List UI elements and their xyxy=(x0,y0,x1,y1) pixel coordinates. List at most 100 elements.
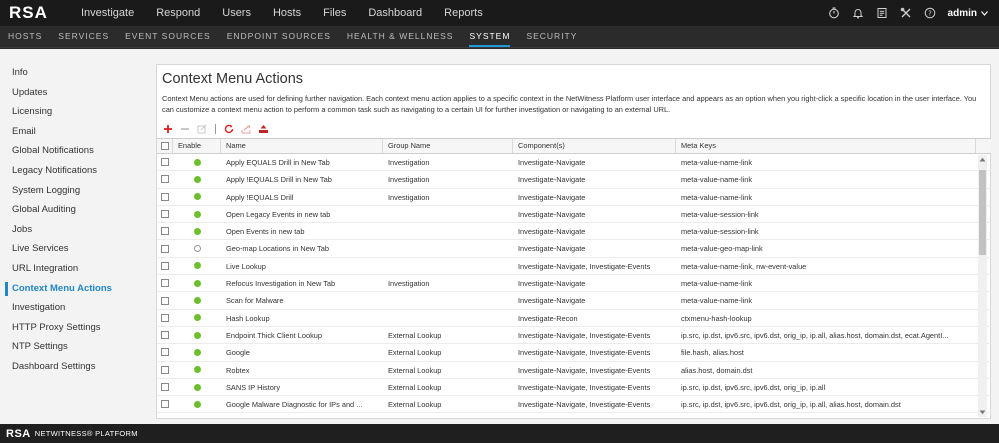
cell-name: Apply !EQUALS Drill xyxy=(226,192,294,202)
tools-icon[interactable] xyxy=(894,0,918,26)
table-scrollbar[interactable] xyxy=(978,155,987,417)
row-checkbox[interactable] xyxy=(157,379,173,395)
scroll-down-icon[interactable] xyxy=(978,408,987,417)
sidebar-item-licensing[interactable]: Licensing xyxy=(0,102,148,122)
nav-dashboard[interactable]: Dashboard xyxy=(357,0,433,26)
header-meta-keys[interactable]: Meta Keys xyxy=(676,139,976,153)
scroll-up-icon[interactable] xyxy=(978,155,987,164)
sidebar-item-global-auditing[interactable]: Global Auditing xyxy=(0,200,148,220)
subnav-security[interactable]: SECURITY xyxy=(518,26,585,47)
sidebar-item-ntp-settings[interactable]: NTP Settings xyxy=(0,337,148,357)
header-group-name[interactable]: Group Name xyxy=(383,139,513,153)
nav-respond[interactable]: Respond xyxy=(145,0,211,26)
top-bar: RSA Investigate Respond Users Hosts File… xyxy=(0,0,999,26)
cell-meta-keys: meta-value-name-link xyxy=(681,158,753,167)
cell-group xyxy=(383,292,513,308)
sidebar-item-legacy-notifications[interactable]: Legacy Notifications xyxy=(0,161,148,181)
row-checkbox[interactable] xyxy=(157,258,173,274)
sidebar-item-http-proxy-settings[interactable]: HTTP Proxy Settings xyxy=(0,318,148,338)
table-row[interactable]: SANS IP History External Lookup Investig… xyxy=(157,379,991,397)
clipboard-icon[interactable] xyxy=(870,0,894,26)
chevron-down-icon[interactable] xyxy=(979,0,989,26)
grid-toolbar xyxy=(157,120,990,137)
header-enable[interactable]: Enable xyxy=(173,139,221,153)
row-checkbox[interactable] xyxy=(157,275,173,291)
nav-files[interactable]: Files xyxy=(312,0,357,26)
nav-investigate[interactable]: Investigate xyxy=(70,0,145,26)
table-row[interactable]: Hash Lookup Investigate-Recon ctxmenu-ha… xyxy=(157,310,991,327)
cell-components: Investigate-Navigate xyxy=(518,279,586,289)
subnav-health-wellness[interactable]: HEALTH & WELLNESS xyxy=(339,26,462,47)
header-name[interactable]: Name xyxy=(221,139,383,153)
table-row[interactable]: Scan for Malware Investigate-Navigate me… xyxy=(157,292,991,310)
row-checkbox[interactable] xyxy=(157,206,173,222)
enabled-status-icon xyxy=(173,362,221,378)
row-checkbox[interactable] xyxy=(157,154,173,170)
table-row[interactable]: Google Malware Diagnostic for IPs and ..… xyxy=(157,396,991,414)
nav-hosts[interactable]: Hosts xyxy=(262,0,312,26)
edit-icon[interactable] xyxy=(196,123,208,135)
import-icon[interactable] xyxy=(257,123,269,135)
cell-name: SANS IP History xyxy=(226,382,281,392)
rsa-logo[interactable]: RSA xyxy=(0,3,70,23)
cell-meta-keys: meta-value-name-link xyxy=(681,279,753,289)
table-row[interactable]: Apply EQUALS Drill in New Tab Investigat… xyxy=(157,154,991,172)
scrollbar-thumb[interactable] xyxy=(979,170,986,255)
table-row[interactable]: Refocus Investigation in New Tab Investi… xyxy=(157,275,991,293)
sidebar-item-investigation[interactable]: Investigation xyxy=(0,298,148,318)
subnav-services[interactable]: SERVICES xyxy=(50,26,117,47)
table-row[interactable]: Open Legacy Events in new tab Investigat… xyxy=(157,206,991,224)
sidebar-item-updates[interactable]: Updates xyxy=(0,83,148,103)
footer-logo: RSA xyxy=(6,427,31,440)
sidebar-item-email[interactable]: Email xyxy=(0,122,148,142)
row-checkbox[interactable] xyxy=(157,396,173,412)
nav-reports[interactable]: Reports xyxy=(433,0,494,26)
row-checkbox[interactable] xyxy=(157,240,173,256)
refresh-icon[interactable] xyxy=(223,123,235,135)
sidebar-item-url-integration[interactable]: URL Integration xyxy=(0,259,148,279)
sidebar-item-context-menu-actions[interactable]: Context Menu Actions xyxy=(0,279,148,299)
help-icon[interactable]: ? xyxy=(918,0,942,26)
sidebar-item-dashboard-settings[interactable]: Dashboard Settings xyxy=(0,357,148,377)
sidebar-item-global-notifications[interactable]: Global Notifications xyxy=(0,141,148,161)
sidebar-item-jobs[interactable]: Jobs xyxy=(0,220,148,240)
sidebar-item-info[interactable]: Info xyxy=(0,63,148,83)
row-checkbox[interactable] xyxy=(157,292,173,308)
cell-meta-keys: meta-value-name-link, nw-event-value xyxy=(681,261,807,271)
timer-icon[interactable] xyxy=(822,0,846,26)
subnav-event-sources[interactable]: EVENT SOURCES xyxy=(117,26,219,47)
row-checkbox[interactable] xyxy=(157,223,173,239)
row-checkbox[interactable] xyxy=(157,189,173,205)
select-all-checkbox[interactable] xyxy=(157,139,173,153)
table-row[interactable]: Robtex External Lookup Investigate-Navig… xyxy=(157,362,991,379)
subnav-endpoint-sources[interactable]: ENDPOINT SOURCES xyxy=(219,26,339,47)
table-row[interactable]: Geo-map Locations in New Tab Investigate… xyxy=(157,240,991,258)
row-checkbox[interactable] xyxy=(157,362,173,378)
sidebar-item-live-services[interactable]: Live Services xyxy=(0,239,148,259)
nav-users[interactable]: Users xyxy=(211,0,262,26)
table-row[interactable]: Open Events in new tab Investigate-Navig… xyxy=(157,223,991,241)
sidebar-item-system-logging[interactable]: System Logging xyxy=(0,181,148,201)
row-checkbox[interactable] xyxy=(157,344,173,360)
row-checkbox[interactable] xyxy=(157,171,173,187)
bell-icon[interactable] xyxy=(846,0,870,26)
subnav-hosts[interactable]: HOSTS xyxy=(0,26,50,47)
table-row[interactable]: Live Lookup Investigate-Navigate, Invest… xyxy=(157,258,991,276)
table-row[interactable]: Apply !EQUALS Drill in New Tab Investiga… xyxy=(157,171,991,189)
cell-components: Investigate-Navigate, Investigate-Events xyxy=(518,348,651,358)
add-icon[interactable] xyxy=(162,123,174,135)
cell-name: Geo-map Locations in New Tab xyxy=(226,244,329,254)
subnav-system[interactable]: SYSTEM xyxy=(461,26,518,47)
table-row[interactable]: Apply !EQUALS Drill Investigation Invest… xyxy=(157,189,991,206)
header-components[interactable]: Component(s) xyxy=(513,139,676,153)
remove-icon[interactable] xyxy=(179,123,191,135)
user-menu[interactable]: admin xyxy=(948,8,977,19)
table-row[interactable]: Google External Lookup Investigate-Navig… xyxy=(157,344,991,362)
row-checkbox[interactable] xyxy=(157,310,173,326)
cell-group: Investigation xyxy=(388,158,430,167)
row-checkbox[interactable] xyxy=(157,327,173,343)
export-icon[interactable] xyxy=(240,123,252,135)
cell-components: Investigate-Navigate xyxy=(518,192,586,202)
cell-group xyxy=(383,310,513,326)
table-row[interactable]: Endpoint Thick Client Lookup External Lo… xyxy=(157,327,991,345)
